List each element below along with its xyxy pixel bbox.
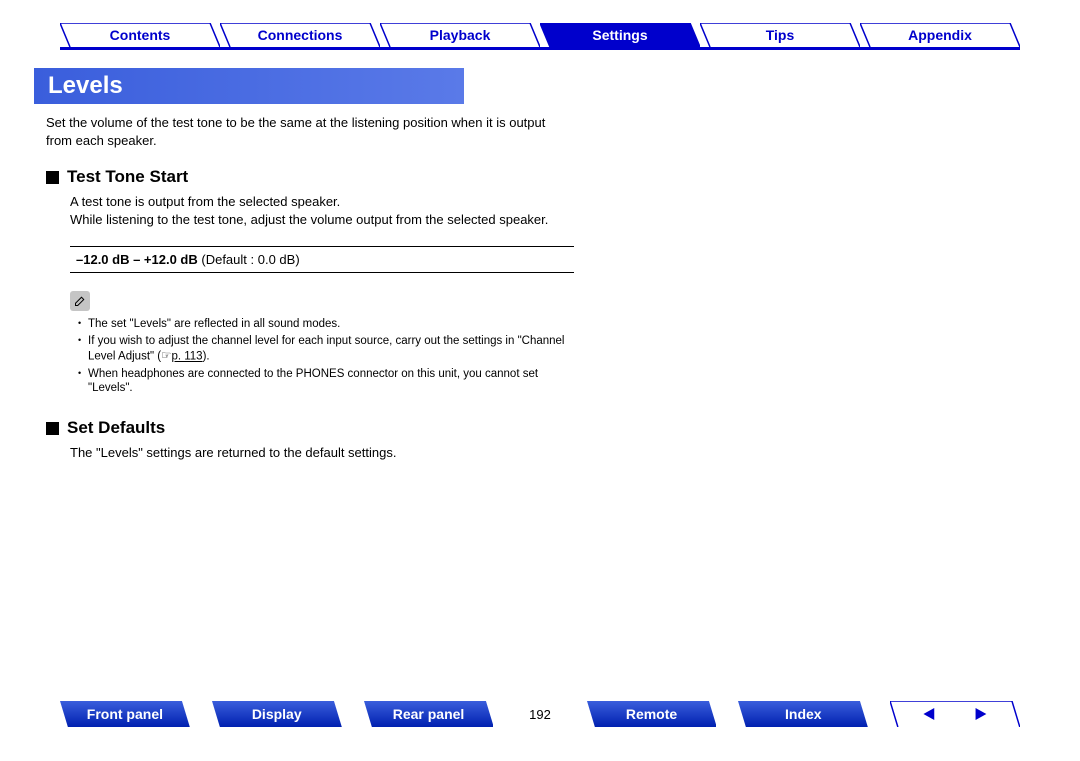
subsection-title-text: Set Defaults — [67, 418, 165, 438]
tab-connections[interactable]: Connections — [220, 23, 380, 47]
nav-rear-panel[interactable]: Rear panel — [364, 701, 494, 727]
nav-display[interactable]: Display — [212, 701, 342, 727]
notes-list: The set "Levels" are reflected in all so… — [70, 317, 574, 396]
tab-playback[interactable]: Playback — [380, 23, 540, 47]
subsection-set-defaults: Set Defaults The "Levels" settings are r… — [46, 418, 574, 462]
page-number: 192 — [515, 707, 564, 722]
main-content: Set the volume of the test tone to be th… — [0, 114, 620, 462]
bottom-navigation: Front panel Display Rear panel 192 Remot… — [0, 701, 1080, 727]
tab-label: Contents — [110, 27, 171, 43]
nav-label: Rear panel — [393, 706, 465, 722]
note-item: If you wish to adjust the channel level … — [78, 334, 574, 364]
note-item: When headphones are connected to the PHO… — [78, 367, 574, 397]
page-arrows[interactable] — [890, 701, 1020, 727]
square-bullet-icon — [46, 171, 59, 184]
nav-label: Display — [252, 706, 302, 722]
note-text: If you wish to adjust the channel level … — [88, 335, 565, 362]
intro-text: Set the volume of the test tone to be th… — [46, 114, 574, 149]
parameter-range: –12.0 dB – +12.0 dB (Default : 0.0 dB) — [70, 246, 574, 273]
tab-label: Appendix — [908, 27, 972, 43]
subsection-body: The "Levels" settings are returned to th… — [46, 444, 574, 462]
note-text: ). — [203, 351, 210, 363]
note-item: The set "Levels" are reflected in all so… — [78, 317, 574, 332]
subsection-body: A test tone is output from the selected … — [46, 193, 574, 228]
subsection-title: Set Defaults — [46, 418, 574, 438]
body-text-1: A test tone is output from the selected … — [70, 194, 340, 209]
note-text: The set "Levels" are reflected in all so… — [88, 318, 340, 330]
tab-appendix[interactable]: Appendix — [860, 23, 1020, 47]
nav-divider — [60, 47, 1020, 50]
tab-label: Connections — [258, 27, 343, 43]
pencil-icon — [70, 291, 90, 311]
body-text-2: While listening to the test tone, adjust… — [70, 212, 548, 227]
subsection-title: Test Tone Start — [46, 167, 574, 187]
nav-label: Index — [785, 706, 822, 722]
range-value: –12.0 dB – +12.0 dB — [76, 252, 198, 267]
nav-remote[interactable]: Remote — [587, 701, 717, 727]
tab-settings[interactable]: Settings — [540, 23, 700, 47]
page-link[interactable]: p. 113 — [171, 351, 202, 363]
note-text: When headphones are connected to the PHO… — [88, 368, 538, 395]
tab-contents[interactable]: Contents — [60, 23, 220, 47]
subsection-test-tone: Test Tone Start A test tone is output fr… — [46, 167, 574, 228]
tab-label: Playback — [430, 27, 491, 43]
pointing-hand-icon: ☞ — [161, 349, 171, 364]
nav-label: Front panel — [87, 706, 163, 722]
nav-front-panel[interactable]: Front panel — [60, 701, 190, 727]
tab-label: Settings — [592, 27, 647, 43]
nav-index[interactable]: Index — [738, 701, 868, 727]
section-title: Levels — [34, 68, 464, 104]
tab-label: Tips — [766, 27, 795, 43]
top-navigation: Contents Connections Playback Settings T… — [0, 0, 1080, 47]
square-bullet-icon — [46, 422, 59, 435]
subsection-title-text: Test Tone Start — [67, 167, 188, 187]
range-default: (Default : 0.0 dB) — [198, 252, 300, 267]
tab-tips[interactable]: Tips — [700, 23, 860, 47]
nav-label: Remote — [626, 706, 677, 722]
notes-block: The set "Levels" are reflected in all so… — [70, 291, 574, 396]
